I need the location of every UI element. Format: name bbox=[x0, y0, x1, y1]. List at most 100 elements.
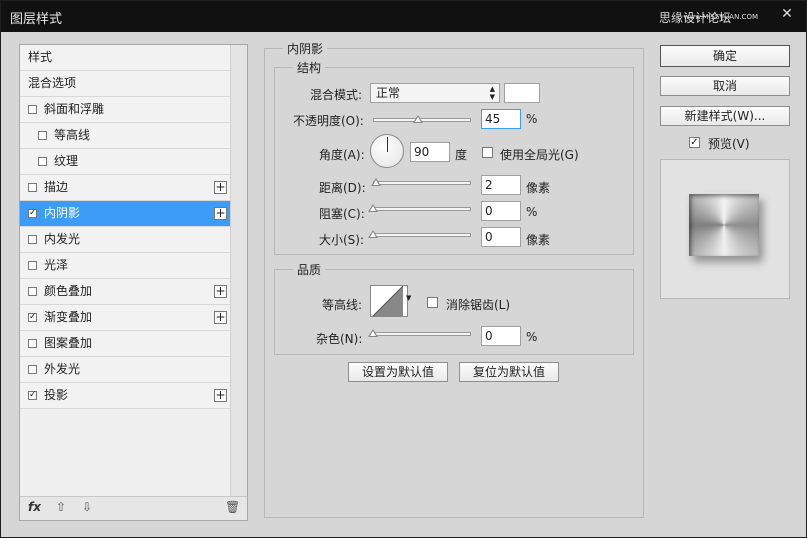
select-arrows-icon: ▲ ▼ bbox=[489, 85, 495, 101]
antialias-checkbox[interactable] bbox=[427, 297, 438, 308]
style-checkbox[interactable]: ✓ bbox=[28, 209, 37, 218]
style-checkbox[interactable] bbox=[28, 235, 37, 244]
style-checkbox[interactable] bbox=[28, 365, 37, 374]
style-preview bbox=[660, 159, 790, 299]
style-list-item[interactable]: 颜色叠加 + bbox=[20, 279, 231, 305]
style-list-item[interactable]: 纹理 bbox=[20, 149, 231, 175]
size-unit: 像素 bbox=[526, 233, 551, 247]
style-list-item-label: 内发光 bbox=[44, 232, 81, 246]
style-checkbox[interactable] bbox=[28, 339, 37, 348]
title-bar: 图层样式 思缘设计论坛 www.MISSVUAN.COM ✕ bbox=[1, 1, 806, 32]
angle-label: 角度(A): bbox=[319, 148, 365, 162]
contour-label: 等高线: bbox=[322, 298, 363, 312]
opacity-input[interactable]: 45 bbox=[481, 109, 521, 129]
layer-style-dialog: 图层样式 思缘设计论坛 www.MISSVUAN.COM ✕ 样式混合选项斜面和… bbox=[0, 0, 807, 538]
style-list-item-label: 外发光 bbox=[44, 362, 81, 376]
style-checkbox[interactable] bbox=[38, 131, 47, 140]
style-list-item-label: 光泽 bbox=[44, 258, 69, 272]
choke-input[interactable]: 0 bbox=[481, 201, 521, 221]
choke-slider-thumb[interactable] bbox=[368, 204, 378, 212]
style-list-item[interactable]: ✓ 渐变叠加 + bbox=[20, 305, 231, 331]
style-checkbox[interactable] bbox=[28, 105, 37, 114]
style-list-item[interactable]: 内发光 bbox=[20, 227, 231, 253]
contour-dropdown-icon[interactable]: ▼ bbox=[406, 294, 411, 302]
dialog-title: 图层样式 bbox=[10, 12, 63, 27]
style-list-item-label: 图案叠加 bbox=[44, 336, 93, 350]
ok-button[interactable]: 确定 bbox=[660, 45, 790, 67]
choke-label: 阻塞(C): bbox=[319, 207, 365, 221]
size-input[interactable]: 0 bbox=[481, 227, 521, 247]
style-list-item[interactable]: 光泽 bbox=[20, 253, 231, 279]
style-list-item-label: 内阴影 bbox=[44, 206, 81, 220]
style-list-item[interactable]: ✓ 投影 + bbox=[20, 383, 231, 409]
trash-icon[interactable]: 🗑 bbox=[225, 500, 240, 514]
style-list-item[interactable]: 样式 bbox=[20, 45, 231, 71]
global-light-label: 使用全局光(G) bbox=[500, 148, 579, 162]
close-icon[interactable]: ✕ bbox=[776, 6, 798, 24]
arrow-up-icon[interactable]: ⇧ bbox=[56, 500, 66, 514]
angle-unit: 度 bbox=[455, 148, 468, 162]
structure-legend: 结构 bbox=[293, 59, 326, 76]
preview-checkbox[interactable]: ✓ bbox=[689, 137, 700, 148]
style-list-item[interactable]: 混合选项 bbox=[20, 71, 231, 97]
preview-label: 预览(V) bbox=[708, 137, 750, 151]
distance-input[interactable]: 2 bbox=[481, 175, 521, 195]
style-checkbox[interactable] bbox=[28, 261, 37, 270]
style-checkbox[interactable] bbox=[28, 287, 37, 296]
size-slider-thumb[interactable] bbox=[368, 230, 378, 238]
preview-swatch bbox=[689, 194, 759, 256]
add-style-icon[interactable]: + bbox=[214, 207, 227, 220]
style-list-item[interactable]: ✓ 内阴影 + bbox=[20, 201, 231, 227]
new-style-button[interactable]: 新建样式(W)... bbox=[660, 106, 790, 126]
style-list-item-label: 斜面和浮雕 bbox=[44, 102, 105, 116]
arrow-down-icon[interactable]: ⇩ bbox=[82, 500, 92, 514]
opacity-slider-thumb[interactable] bbox=[413, 115, 423, 123]
style-list-scrollbar[interactable] bbox=[230, 45, 247, 497]
blend-color-swatch[interactable] bbox=[504, 83, 540, 103]
noise-label: 杂色(N): bbox=[316, 332, 363, 346]
style-list-item-label: 投影 bbox=[44, 388, 69, 402]
cancel-button[interactable]: 取消 bbox=[660, 76, 790, 96]
add-style-icon[interactable]: + bbox=[214, 285, 227, 298]
style-list-item[interactable]: 等高线 bbox=[20, 123, 231, 149]
size-slider[interactable] bbox=[373, 233, 471, 237]
make-default-button[interactable]: 设置为默认值 bbox=[348, 362, 448, 382]
size-label: 大小(S): bbox=[319, 233, 365, 247]
quality-legend: 品质 bbox=[293, 261, 326, 278]
angle-input[interactable]: 90 bbox=[410, 142, 450, 162]
noise-slider-thumb[interactable] bbox=[368, 329, 378, 337]
opacity-label: 不透明度(O): bbox=[293, 114, 364, 128]
style-checkbox[interactable]: ✓ bbox=[28, 391, 37, 400]
distance-slider-thumb[interactable] bbox=[371, 178, 381, 186]
contour-curve-icon bbox=[372, 286, 404, 316]
blend-mode-label: 混合模式: bbox=[310, 88, 363, 102]
style-checkbox[interactable] bbox=[38, 157, 47, 166]
noise-input[interactable]: 0 bbox=[481, 326, 521, 346]
distance-slider[interactable] bbox=[373, 181, 471, 185]
style-list-item-label: 颜色叠加 bbox=[44, 284, 93, 298]
panel-title: 内阴影 bbox=[283, 40, 328, 57]
fx-icon[interactable]: fx bbox=[28, 500, 41, 514]
style-list-item[interactable]: 外发光 bbox=[20, 357, 231, 383]
add-style-icon[interactable]: + bbox=[214, 181, 227, 194]
global-light-checkbox[interactable] bbox=[482, 147, 493, 158]
style-list-item-label: 样式 bbox=[28, 50, 53, 64]
style-list-item-label: 纹理 bbox=[54, 154, 79, 168]
style-list-item[interactable]: 描边 + bbox=[20, 175, 231, 201]
style-list-footer: fx ⇧ ⇩ 🗑 bbox=[20, 496, 247, 520]
style-list-item-label: 混合选项 bbox=[28, 76, 77, 90]
add-style-icon[interactable]: + bbox=[214, 311, 227, 324]
add-style-icon[interactable]: + bbox=[214, 389, 227, 402]
angle-dial[interactable] bbox=[370, 134, 404, 168]
style-list-item[interactable]: 图案叠加 bbox=[20, 331, 231, 357]
reset-default-button[interactable]: 复位为默认值 bbox=[459, 362, 559, 382]
style-checkbox[interactable]: ✓ bbox=[28, 313, 37, 322]
blend-mode-select[interactable]: 正常 ▲ ▼ bbox=[370, 83, 500, 103]
style-list: 样式 混合选项 斜面和浮雕 等高线 纹理 描边 + ✓ 内阴影 + 内发光 光泽 颜色叠加 + ✓ 渐变叠加 +… bbox=[19, 44, 248, 521]
angle-needle bbox=[387, 137, 388, 152]
style-list-item[interactable]: 斜面和浮雕 bbox=[20, 97, 231, 123]
choke-slider[interactable] bbox=[373, 207, 471, 211]
style-checkbox[interactable] bbox=[28, 183, 37, 192]
noise-slider[interactable] bbox=[373, 332, 471, 336]
contour-picker[interactable] bbox=[370, 285, 408, 317]
